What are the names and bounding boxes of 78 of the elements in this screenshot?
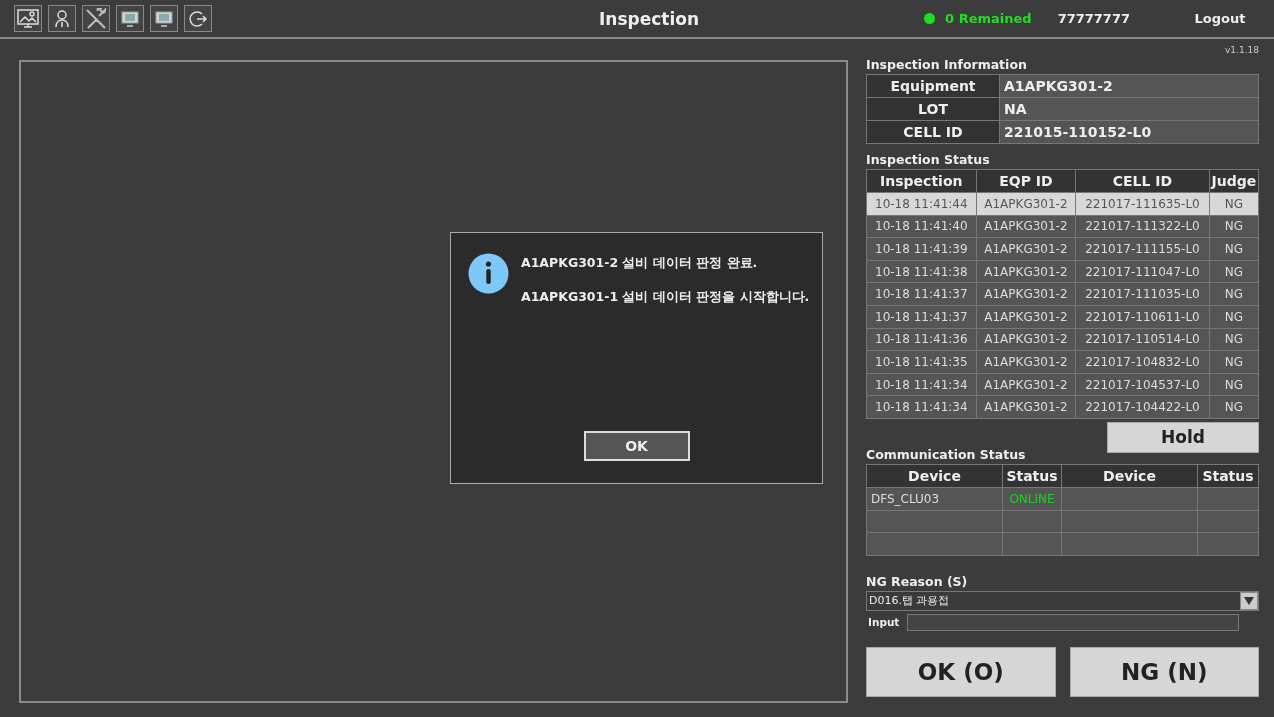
exit-icon: [189, 9, 207, 28]
table-cell: 221017-110611-L0: [1075, 305, 1210, 329]
table-cell: 221017-104537-L0: [1075, 373, 1210, 396]
caret-icon: [1244, 596, 1254, 605]
table-cell: 221017-111155-L0: [1075, 237, 1210, 261]
table-cell: 10-18 11:41:38: [866, 260, 977, 283]
judge-button[interactable]: OK (O): [866, 646, 1056, 697]
inspection-row[interactable]: 10-18 11:41:38 A1APKG301-2 221017-111047-L0 NG: [866, 260, 1259, 283]
remained-count: 0 Remained: [945, 11, 1032, 26]
version-label: v1.1.18: [1224, 45, 1259, 55]
inspection-row[interactable]: 10-18 11:41:35 A1APKG301-2 221017-104832-L0 NG: [866, 350, 1259, 374]
info-value: A1APKG301-2: [999, 74, 1259, 98]
user-id: 77777777: [1057, 11, 1130, 26]
info-label: CELL ID: [866, 120, 1000, 144]
info-label: LOT: [866, 97, 1000, 121]
picture-monitor-icon: [17, 8, 39, 29]
inspection-row[interactable]: 10-18 11:41:40 A1APKG301-2 221017-111322-L0 NG: [866, 215, 1259, 238]
table-cell: 221017-111322-L0: [1075, 215, 1210, 238]
toolbar-button[interactable]: [116, 5, 144, 32]
column-header: Status: [1197, 464, 1259, 488]
logout-button[interactable]: Logout: [1180, 10, 1260, 27]
toolbar-button[interactable]: [82, 5, 110, 32]
info-icon: [468, 253, 509, 294]
toolbar-button[interactable]: [184, 5, 212, 32]
tools-icon: [85, 7, 107, 30]
judge-button[interactable]: NG (N): [1069, 646, 1259, 697]
column-header: Status: [1002, 464, 1062, 488]
dialog-message: A1APKG301-1 설비 데이터 판정을 시작합니다.: [521, 289, 810, 306]
column-header: Judge: [1209, 169, 1259, 193]
table-cell: 10-18 11:41:44: [866, 192, 977, 216]
info-label: Equipment: [866, 74, 1000, 98]
inspection-row[interactable]: 10-18 11:41:37 A1APKG301-2 221017-110611-L0 NG: [866, 305, 1259, 329]
window-title: Inspection: [598, 8, 701, 29]
table-cell: 10-18 11:41:34: [866, 395, 977, 419]
monitor-icon: [155, 10, 173, 27]
table-cell: 10-18 11:41:34: [866, 373, 977, 396]
table-cell: 10-18 11:41:37: [866, 305, 977, 329]
table-cell: 221017-111035-L0: [1075, 282, 1210, 306]
table-cell: 10-18 11:41:39: [866, 237, 977, 261]
input-label: Input: [868, 616, 900, 629]
inspection-row[interactable]: 10-18 11:41:36 A1APKG301-2 221017-110514-L0 NG: [866, 328, 1259, 351]
column-header: Device: [1061, 464, 1198, 488]
input-field[interactable]: [907, 613, 1240, 631]
column-header: Device: [866, 464, 1003, 488]
toolbar-button[interactable]: [48, 5, 76, 32]
inspection-row[interactable]: 10-18 11:41:37 A1APKG301-2 221017-111035-L0 NG: [866, 282, 1259, 306]
inspection-row[interactable]: 10-18 11:41:39 A1APKG301-2 221017-111155-L0 NG: [866, 237, 1259, 261]
inspection-row[interactable]: 10-18 11:41:34 A1APKG301-2 221017-104537-L0 NG: [866, 373, 1259, 396]
table-cell: 10-18 11:41:35: [866, 350, 977, 374]
table-cell: 221017-104422-L0: [1075, 395, 1210, 419]
table-cell: 221017-111047-L0: [1075, 260, 1210, 283]
dropdown-button[interactable]: [1240, 591, 1258, 610]
dialog-message: A1APKG301-2 설비 데이터 판정 완료.: [521, 255, 759, 272]
inspection-row[interactable]: 10-18 11:41:34 A1APKG301-2 221017-104422-L0 NG: [866, 395, 1259, 419]
column-header: EQP ID: [976, 169, 1076, 193]
table-cell: 10-18 11:41:37: [866, 282, 977, 306]
table-cell: 221017-110514-L0: [1075, 328, 1210, 351]
person-icon: [54, 9, 70, 28]
info-value: NA: [999, 97, 1259, 121]
section-title: Communication Status: [866, 446, 1027, 462]
info-value: 221015-110152-L0: [999, 120, 1259, 144]
section-title: Inspection Status: [866, 152, 991, 167]
device-cell: DFS_CLU03: [866, 487, 1003, 511]
monitor-icon: [121, 10, 139, 27]
section-title: Inspection Information: [866, 57, 1028, 72]
section-title: NG Reason (S): [866, 573, 969, 589]
table-cell: 221017-104832-L0: [1075, 350, 1210, 374]
inspection-row[interactable]: 10-18 11:41:44 A1APKG301-2 221017-111635-L0 NG: [866, 192, 1259, 216]
ng-reason-dropdown[interactable]: D016.탭 과용접: [866, 590, 1259, 611]
column-header: CELL ID: [1075, 169, 1210, 193]
column-header: Inspection: [866, 169, 977, 193]
toolbar-button[interactable]: [150, 5, 178, 32]
table-cell: 10-18 11:41:40: [866, 215, 977, 238]
table-cell: 10-18 11:41:36: [866, 328, 977, 351]
toolbar-button[interactable]: [14, 5, 42, 32]
table-cell: 221017-111635-L0: [1075, 192, 1210, 216]
hold-button[interactable]: Hold: [1107, 421, 1259, 453]
ok-button[interactable]: OK: [583, 431, 690, 461]
